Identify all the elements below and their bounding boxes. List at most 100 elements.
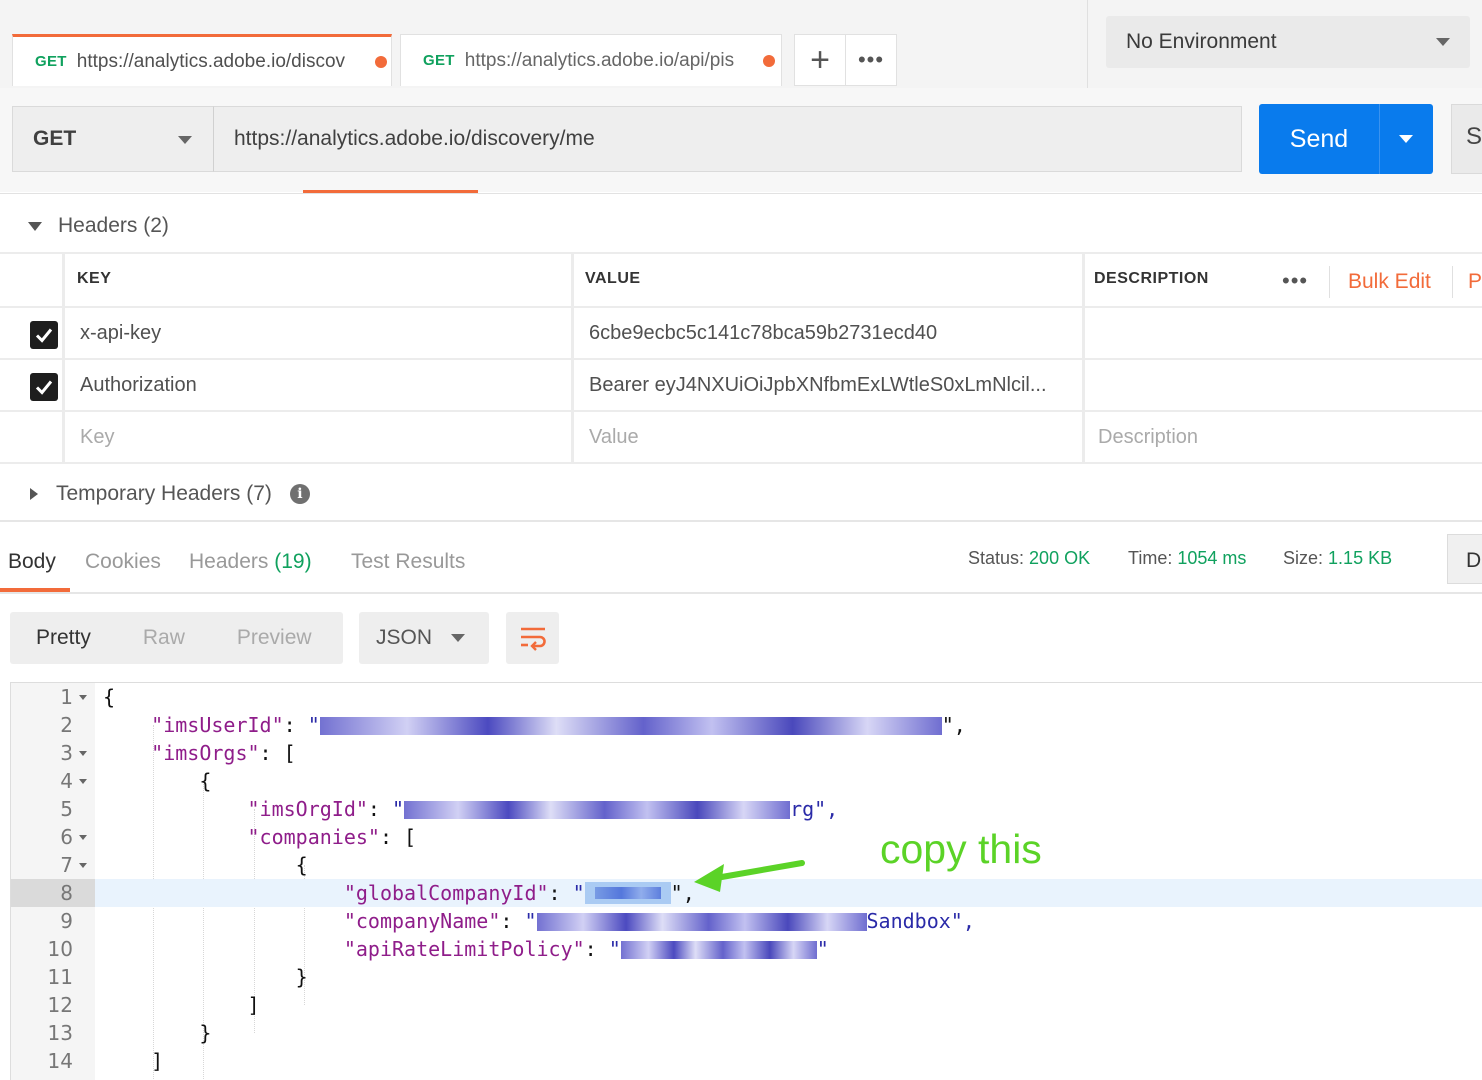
method-label: GET bbox=[33, 127, 77, 150]
headers-title: Headers (2) bbox=[58, 214, 169, 237]
code-line: 15 bbox=[11, 1075, 1482, 1080]
environment-select[interactable]: No Environment bbox=[1106, 16, 1470, 68]
json-punct: { bbox=[295, 853, 308, 877]
new-tab-plus-icon[interactable]: + bbox=[794, 34, 846, 86]
tab-more-icon[interactable]: ••• bbox=[845, 34, 897, 86]
mode-raw[interactable]: Raw bbox=[143, 626, 185, 650]
environment-label: No Environment bbox=[1126, 30, 1277, 53]
tab-method: GET bbox=[35, 53, 67, 70]
code-line: 9 "companyName": " Sandbox", bbox=[11, 907, 1482, 935]
headers-count: (19) bbox=[274, 550, 312, 573]
code-text: "imsOrgId": " rg", bbox=[103, 795, 839, 823]
redacted-value bbox=[620, 941, 817, 959]
fold-arrow-icon[interactable] bbox=[79, 779, 87, 784]
line-number: 5 bbox=[60, 797, 73, 821]
table-border bbox=[0, 306, 1482, 308]
bulk-edit-link[interactable]: Bulk Edit bbox=[1348, 270, 1431, 294]
header-key-field[interactable]: Authorization bbox=[80, 374, 197, 397]
download-button[interactable]: Do bbox=[1447, 534, 1482, 584]
header-value-field[interactable]: Bearer eyJ4NXUiOiJpbXNfbmExLWtleS0xLmNlc… bbox=[589, 374, 1047, 397]
column-header-key: KEY bbox=[77, 270, 112, 287]
line-number: 2 bbox=[60, 713, 73, 737]
code-line: 3 "imsOrgs": [ bbox=[11, 739, 1482, 767]
line-number: 15 bbox=[11, 1075, 95, 1080]
tab-url: https://analytics.adobe.io/discov bbox=[76, 50, 346, 72]
code-text: "globalCompanyId": " ", bbox=[103, 879, 695, 907]
fold-arrow-icon[interactable] bbox=[79, 863, 87, 868]
send-button[interactable]: Send bbox=[1259, 104, 1433, 174]
code-line: 5 "imsOrgId": " rg", bbox=[11, 795, 1482, 823]
line-number: 8 bbox=[11, 879, 95, 907]
status-label: Status: bbox=[968, 548, 1025, 568]
code-text: { bbox=[103, 685, 116, 709]
temporary-headers-toggle[interactable]: Temporary Headers (7) i bbox=[30, 480, 310, 508]
code-text: "apiRateLimitPolicy": " " bbox=[103, 935, 829, 963]
tab-test-results[interactable]: Test Results bbox=[351, 550, 465, 574]
fold-arrow-icon[interactable] bbox=[79, 695, 87, 700]
code-line: 6 "companies": [ bbox=[11, 823, 1482, 851]
headers-section-toggle[interactable]: Headers (2) bbox=[28, 210, 169, 242]
time-readout: Time: 1054 ms bbox=[1128, 548, 1246, 569]
tab-body[interactable]: Body bbox=[8, 550, 56, 574]
selected-company-id[interactable] bbox=[584, 882, 671, 904]
code-line: 1 { bbox=[11, 683, 1482, 711]
json-punct: : [ bbox=[259, 741, 296, 765]
json-punct: ", bbox=[941, 713, 966, 737]
json-punct: : bbox=[367, 797, 393, 821]
save-button[interactable]: Sa bbox=[1451, 104, 1482, 174]
divider bbox=[1087, 0, 1088, 88]
unsaved-dot-icon bbox=[374, 55, 387, 68]
code-text: "imsOrgs": [ bbox=[103, 739, 296, 767]
code-text: "companyName": " Sandbox", bbox=[103, 907, 975, 935]
new-key-input[interactable]: Key bbox=[80, 426, 114, 449]
unsaved-dot-icon bbox=[762, 54, 775, 67]
new-value-input[interactable]: Value bbox=[589, 426, 639, 449]
divider bbox=[1379, 104, 1380, 174]
size-readout: Size: 1.15 KB bbox=[1283, 548, 1392, 569]
json-punct: } bbox=[199, 1021, 212, 1045]
size-label: Size: bbox=[1283, 548, 1324, 568]
line-number: 14 bbox=[47, 1049, 73, 1073]
header-value-field[interactable]: 6cbe9ecbc5c141c78bca59b2731ecd40 bbox=[589, 322, 937, 345]
method-select[interactable]: GET bbox=[12, 106, 214, 172]
json-punct: : [ bbox=[379, 825, 417, 849]
request-tab-1[interactable]: GET https://analytics.adobe.io/discov bbox=[12, 34, 392, 86]
presets-link[interactable]: P bbox=[1468, 270, 1482, 294]
tab-cookies[interactable]: Cookies bbox=[85, 550, 161, 574]
json-punct: : bbox=[584, 937, 609, 961]
fold-arrow-icon[interactable] bbox=[79, 835, 87, 840]
code-text: } bbox=[103, 963, 308, 991]
info-icon[interactable]: i bbox=[289, 484, 310, 504]
chevron-down-icon bbox=[451, 634, 465, 642]
time-label: Time: bbox=[1128, 548, 1173, 568]
mode-preview[interactable]: Preview bbox=[237, 626, 312, 650]
code-line: 11 } bbox=[11, 963, 1482, 991]
header-key-field[interactable]: x-api-key bbox=[80, 322, 161, 345]
send-options-chevron-icon[interactable] bbox=[1399, 135, 1413, 143]
code-text: "imsUserId": " ", bbox=[103, 711, 966, 739]
tab-url: https://analytics.adobe.io/api/pis bbox=[464, 49, 735, 71]
column-options-more-icon[interactable]: ••• bbox=[1282, 268, 1308, 294]
divider bbox=[1329, 266, 1330, 298]
header-enabled-checkbox[interactable] bbox=[30, 373, 58, 401]
code-line: 13 } bbox=[11, 1019, 1482, 1047]
new-description-input[interactable]: Description bbox=[1098, 426, 1198, 449]
status-readout: Status: 200 OK bbox=[968, 548, 1090, 569]
table-border bbox=[0, 462, 1482, 464]
json-key: "imsOrgId" bbox=[247, 797, 368, 821]
language-select[interactable]: JSON bbox=[359, 612, 489, 664]
json-quote: " bbox=[608, 937, 621, 961]
expand-triangle-icon bbox=[30, 488, 38, 500]
request-tab-2[interactable]: GET https://analytics.adobe.io/api/pis bbox=[400, 34, 782, 86]
json-punct: ] bbox=[151, 1049, 164, 1073]
checkmark-icon bbox=[35, 328, 53, 343]
line-number: 13 bbox=[47, 1021, 73, 1045]
mode-pretty[interactable]: Pretty bbox=[36, 626, 91, 650]
code-line: 4 { bbox=[11, 767, 1482, 795]
fold-arrow-icon[interactable] bbox=[79, 751, 87, 756]
wrap-lines-button[interactable] bbox=[506, 612, 559, 664]
tab-headers[interactable]: Headers (19) bbox=[189, 550, 312, 574]
url-input[interactable]: https://analytics.adobe.io/discovery/me bbox=[213, 106, 1242, 172]
table-border bbox=[0, 358, 1482, 360]
header-enabled-checkbox[interactable] bbox=[30, 321, 58, 349]
